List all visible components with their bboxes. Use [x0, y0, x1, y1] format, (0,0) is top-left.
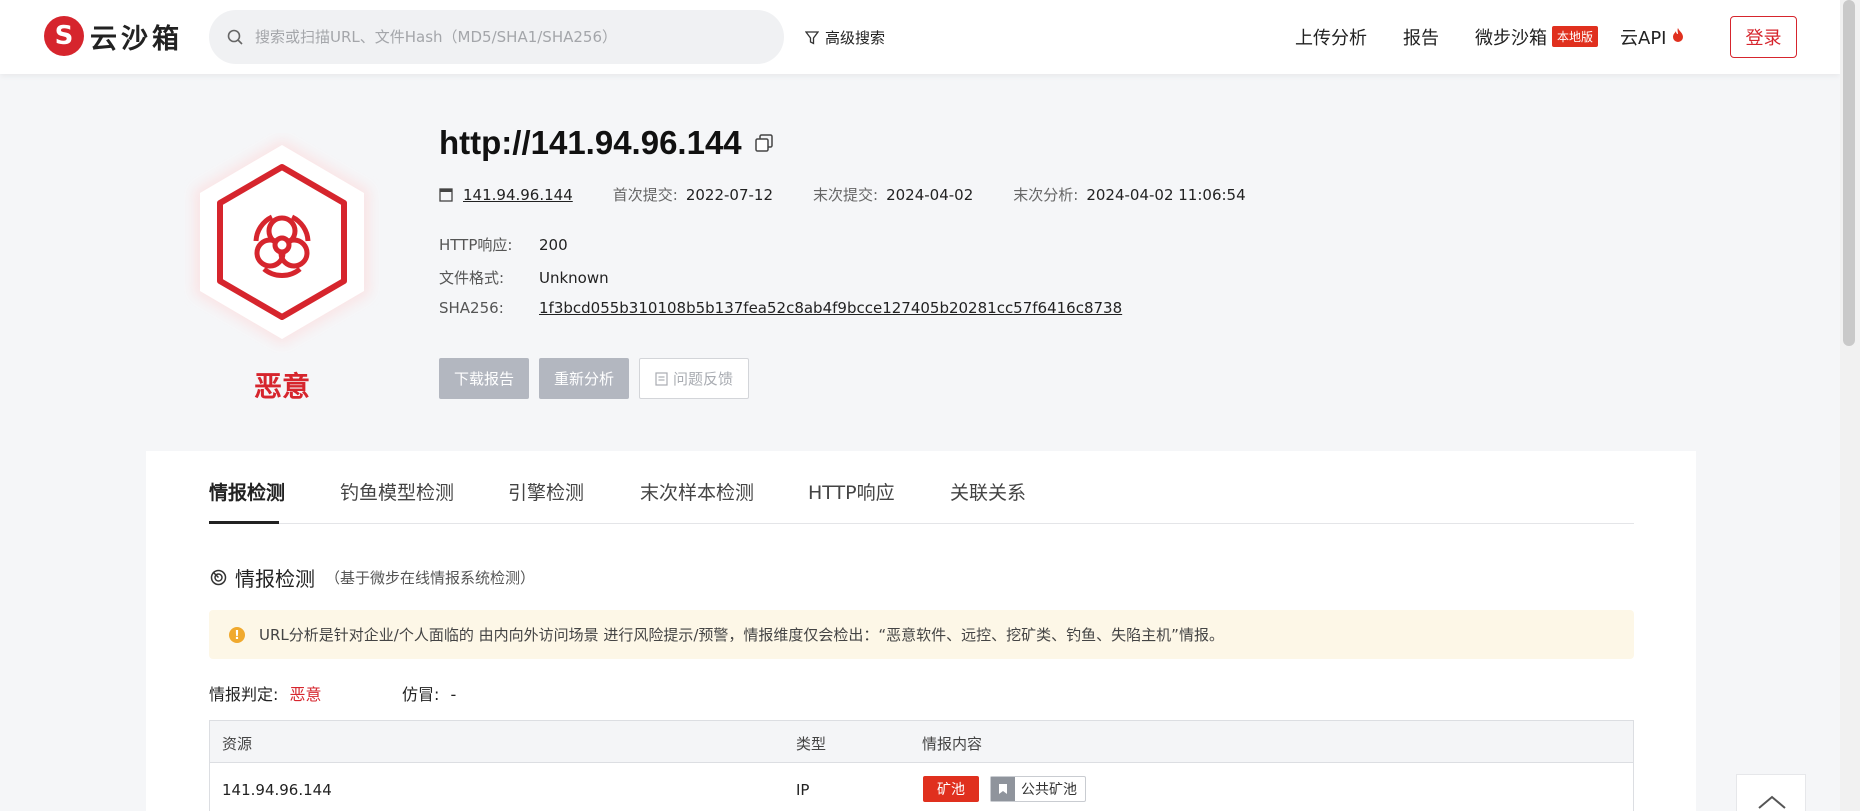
imitation-info: 仿冒: -: [402, 681, 456, 705]
page-scrollbar-thumb[interactable]: [1843, 0, 1855, 346]
table-header: 资源 类型 情报内容: [210, 721, 1633, 763]
top-header: S 云沙箱 高级搜索 上传分析 报告 微步沙箱本地版 云API 登录: [0, 0, 1840, 74]
intel-judge-label: 情报判定:: [209, 685, 279, 704]
tab-phishing-model[interactable]: 钓鱼模型检测: [340, 478, 454, 505]
last-submit-value: 2024-04-02: [886, 185, 974, 204]
advanced-search-link[interactable]: 高级搜索: [805, 27, 885, 48]
copy-icon[interactable]: [754, 133, 774, 153]
nav-sandbox[interactable]: 微步沙箱 本地版: [1475, 24, 1599, 50]
radar-icon: [210, 569, 227, 586]
intel-title-text: 情报检测: [235, 567, 315, 591]
public-pool-label: 公共矿池: [1021, 782, 1077, 798]
feedback-label: 问题反馈: [672, 370, 733, 388]
feedback-doc-icon: [655, 371, 668, 386]
logo-mark-icon: S: [44, 16, 84, 56]
page-title: http://141.94.96.144: [439, 124, 774, 162]
file-format-value: Unknown: [539, 269, 609, 287]
last-submit-label: 末次提交:: [813, 186, 879, 204]
intel-judge-value: 恶意: [289, 685, 322, 704]
logo[interactable]: S 云沙箱: [44, 16, 183, 56]
public-pool-tag: 公共矿池: [990, 776, 1086, 802]
intel-notice: ! URL分析是针对企业/个人面临的 由内向外访问场景 进行风险提示/预警，情报…: [209, 610, 1634, 659]
download-report-button[interactable]: 下载报告: [439, 358, 529, 399]
active-tab-indicator: [209, 521, 279, 524]
intel-table: 资源 类型 情报内容 141.94.96.144 IP 矿池 公共矿池: [209, 720, 1634, 811]
search-icon: [227, 29, 243, 45]
nav-api-label: 云API: [1620, 28, 1667, 49]
sha256-row: SHA256: 1f3bcd055b310108b5b137fea52c8ab4f…: [439, 299, 1122, 317]
last-analysis-value: 2024-04-02 11:06:54: [1086, 185, 1246, 204]
reanalyze-button[interactable]: 重新分析: [539, 358, 629, 399]
feedback-button[interactable]: 问题反馈: [639, 358, 749, 399]
intel-section-title: 情报检测 （基于微步在线情报系统检测）: [210, 563, 535, 592]
column-header-type: 类型: [796, 735, 827, 753]
tab-engine-detection[interactable]: 引擎检测: [508, 478, 584, 505]
tab-last-sample[interactable]: 末次样本检测: [640, 478, 754, 505]
http-response-value: 200: [539, 236, 568, 254]
browser-window-icon: [439, 187, 453, 202]
imitate-value: -: [450, 685, 457, 704]
login-button[interactable]: 登录: [1730, 16, 1797, 58]
url-title-text: http://141.94.96.144: [439, 124, 742, 161]
filter-icon: [805, 30, 819, 45]
verdict-hexagon: [184, 133, 380, 353]
host-link[interactable]: 141.94.96.144: [463, 186, 573, 204]
cell-type: IP: [796, 781, 810, 799]
column-header-intel: 情报内容: [922, 735, 983, 753]
first-submit-value: 2022-07-12: [685, 185, 773, 204]
tab-intel-detection[interactable]: 情报检测: [209, 478, 285, 505]
info-icon: !: [229, 626, 245, 643]
first-submit-label: 首次提交:: [612, 186, 678, 204]
search-bar[interactable]: [209, 10, 784, 64]
back-to-top-button[interactable]: [1736, 774, 1806, 811]
intel-judgement: 情报判定: 恶意: [209, 681, 322, 705]
biohazard-icon: [194, 139, 370, 345]
local-version-badge: 本地版: [1552, 26, 1599, 47]
sha256-link[interactable]: 1f3bcd055b310108b5b137fea52c8ab4f9bcce12…: [539, 299, 1122, 317]
intel-subtitle: （基于微步在线情报系统检测）: [325, 569, 536, 587]
search-input[interactable]: [255, 28, 755, 46]
sha256-label: SHA256:: [439, 299, 504, 317]
nav-sandbox-label: 微步沙箱: [1475, 28, 1547, 49]
nav-report[interactable]: 报告: [1403, 24, 1439, 50]
nav-upload[interactable]: 上传分析: [1295, 24, 1367, 50]
mining-pool-tag: 矿池: [923, 776, 979, 802]
submission-meta: 141.94.96.144 首次提交: 2022-07-12 末次提交: 202…: [439, 184, 1246, 205]
intel-notice-text: URL分析是针对企业/个人面临的 由内向外访问场景 进行风险提示/预警，情报维度…: [259, 626, 1224, 644]
imitate-label: 仿冒:: [402, 685, 440, 704]
file-format-row: 文件格式: Unknown: [439, 267, 609, 288]
bookmark-icon: [991, 777, 1015, 801]
file-format-label: 文件格式:: [439, 269, 505, 287]
http-response-row: HTTP响应: 200: [439, 234, 568, 255]
chevron-up-icon: [1758, 795, 1786, 809]
column-header-resource: 资源: [222, 735, 253, 753]
detail-tabs: 情报检测 钓鱼模型检测 引擎检测 末次样本检测 HTTP响应 关联关系: [209, 478, 1634, 524]
cell-resource: 141.94.96.144: [222, 781, 332, 799]
http-response-label: HTTP响应:: [439, 236, 513, 254]
nav-cloud-api[interactable]: 云API: [1620, 24, 1684, 50]
last-analysis-label: 末次分析:: [1013, 186, 1079, 204]
logo-text: 云沙箱: [90, 23, 183, 55]
advanced-search-label: 高级搜索: [825, 29, 886, 47]
tab-http-response[interactable]: HTTP响应: [808, 478, 895, 505]
hot-fire-icon: [1673, 28, 1684, 42]
tab-relations[interactable]: 关联关系: [950, 478, 1026, 505]
verdict-label: 恶意: [254, 370, 311, 403]
